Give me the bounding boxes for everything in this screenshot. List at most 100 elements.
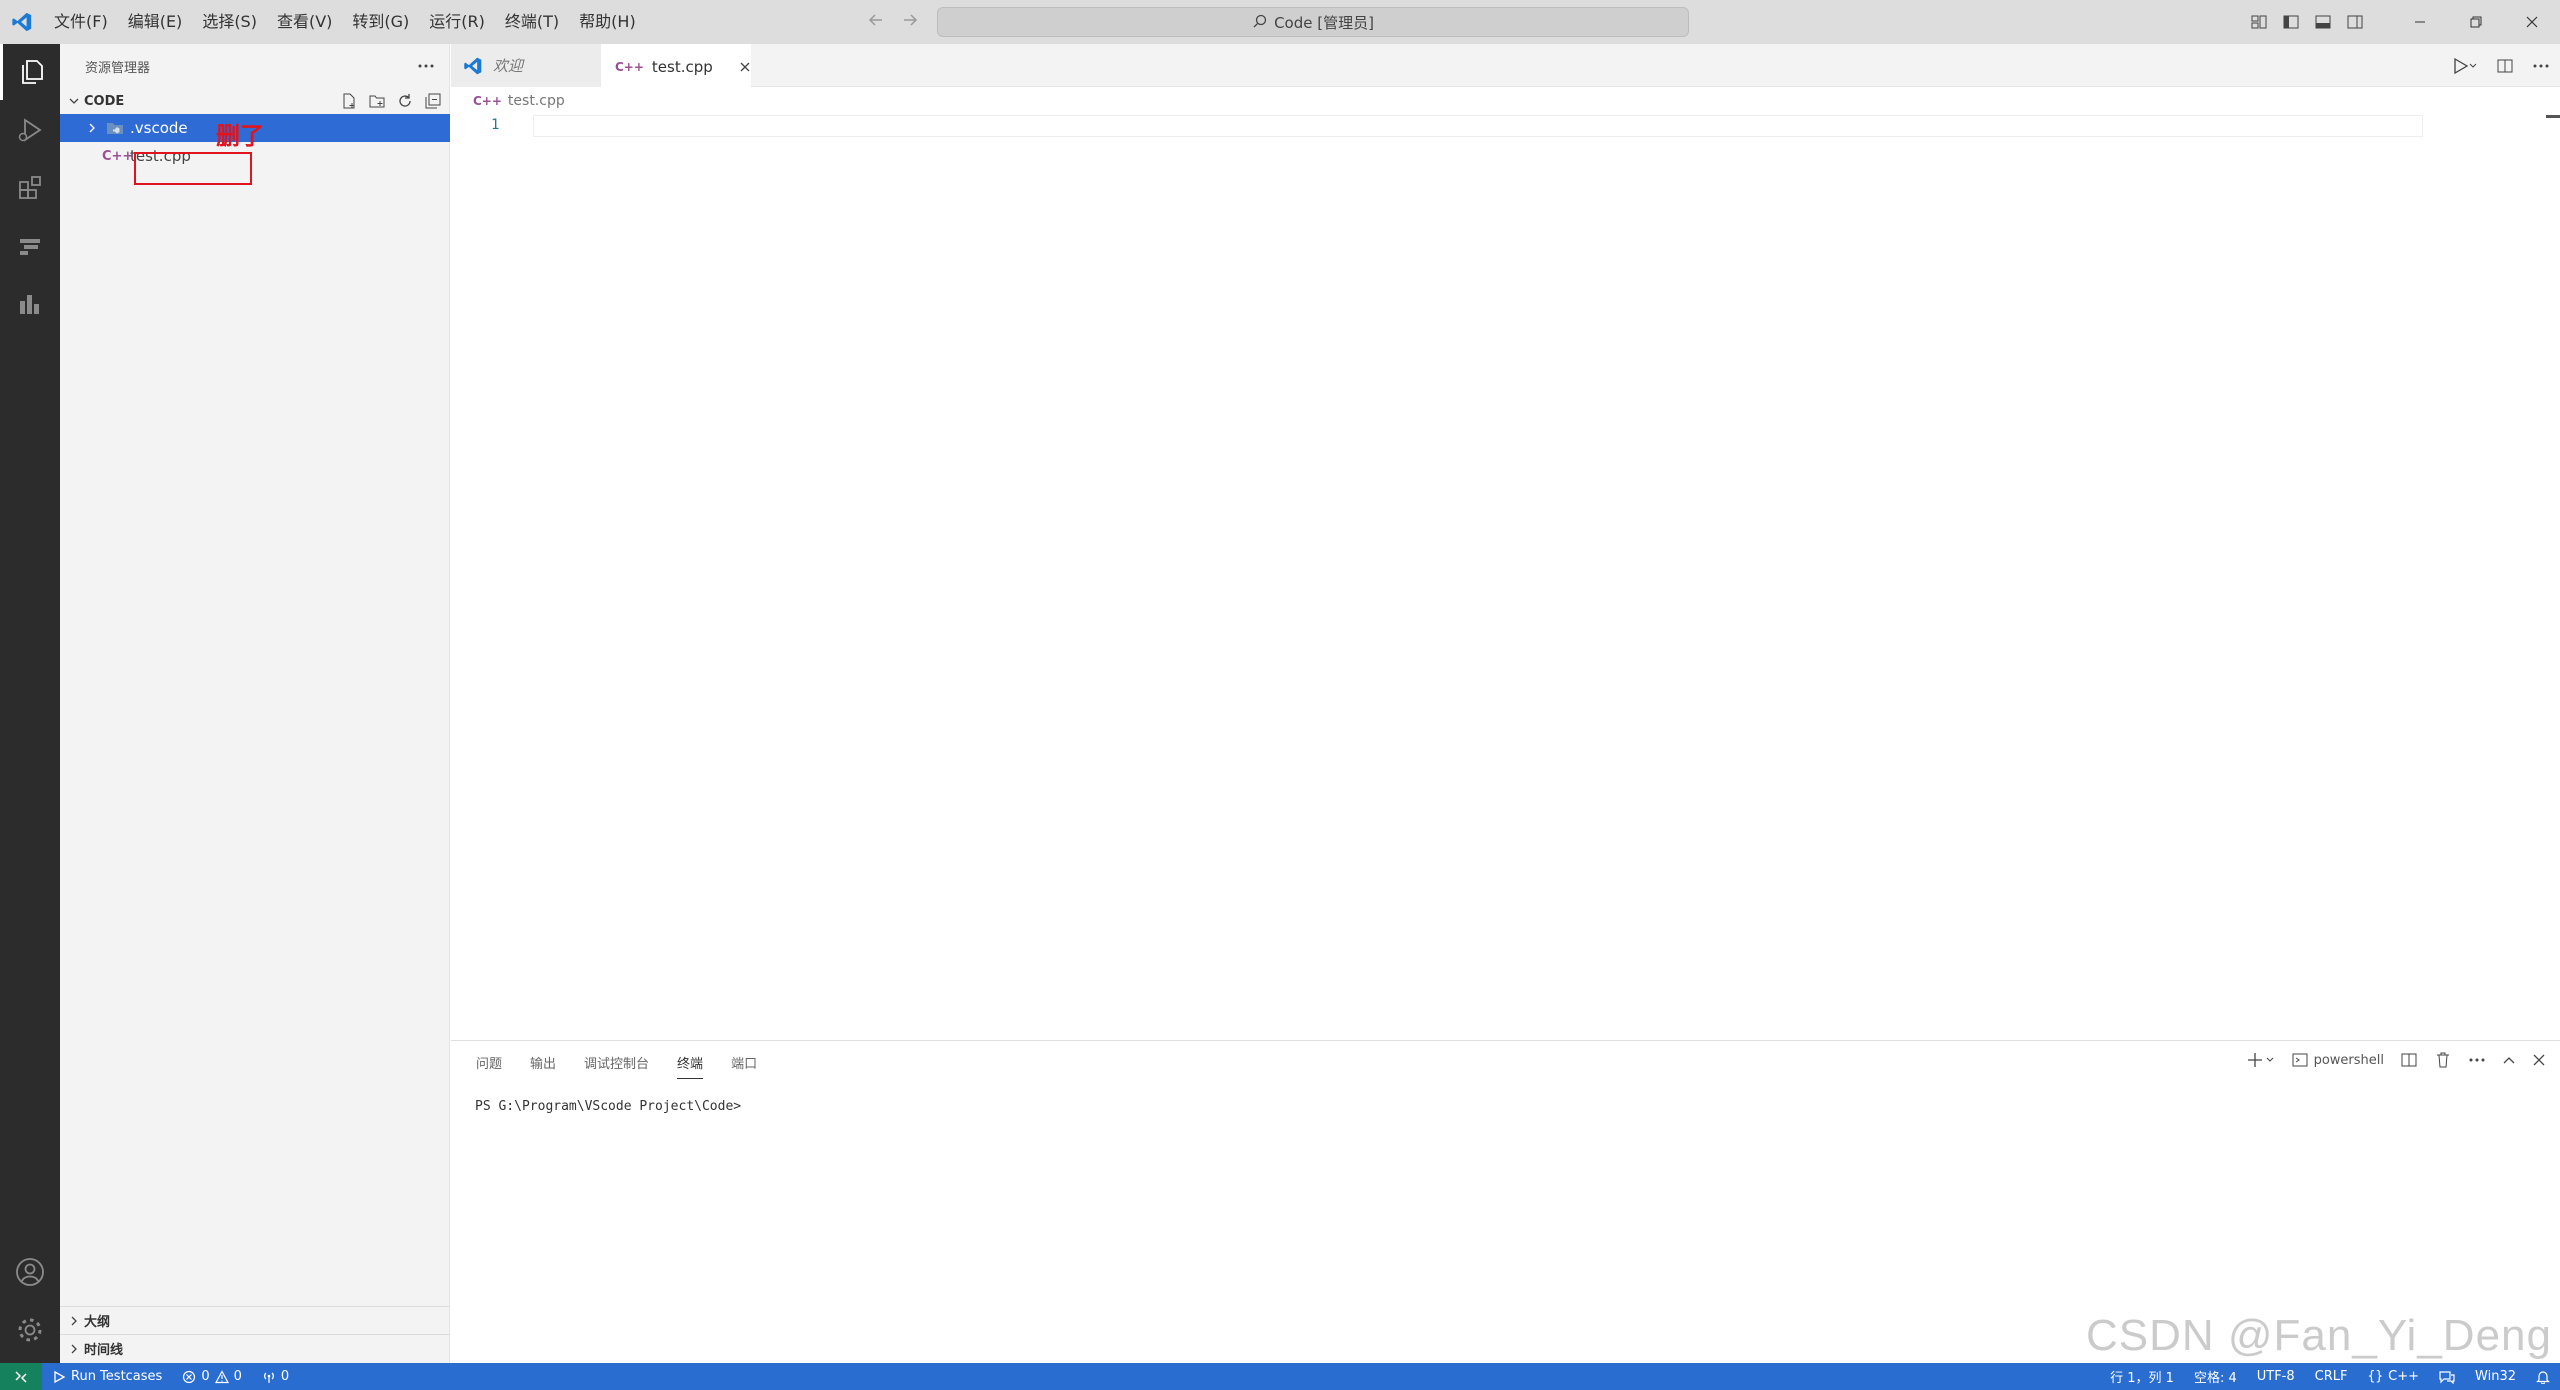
cpp-file-icon: C++ — [615, 59, 644, 74]
minimize-button[interactable] — [2392, 0, 2448, 44]
folder-section-header[interactable]: CODE — [60, 88, 450, 114]
vscode-logo-icon — [0, 0, 44, 44]
antenna-icon — [262, 1370, 276, 1384]
breadcrumb-file[interactable]: test.cpp — [508, 93, 565, 109]
ports-indicator[interactable]: 0 — [252, 1369, 299, 1384]
tab-welcome[interactable]: 欢迎 — [451, 44, 601, 87]
timeline-view-icon[interactable] — [0, 218, 60, 274]
toggle-panel-icon[interactable] — [2314, 13, 2332, 31]
menu-run[interactable]: 运行(R) — [419, 0, 495, 44]
back-arrow-icon[interactable] — [866, 10, 886, 30]
tab-ports[interactable]: 端口 — [731, 1053, 757, 1079]
menu-file[interactable]: 文件(F) — [44, 0, 118, 44]
explorer-header: 资源管理器 — [60, 44, 449, 88]
menu-terminal[interactable]: 终端(T) — [495, 0, 569, 44]
tab-test-cpp[interactable]: C++ test.cpp — [601, 44, 751, 87]
tab-terminal[interactable]: 终端 — [677, 1053, 704, 1079]
activity-bar — [0, 44, 60, 1363]
tab-debug-console[interactable]: 调试控制台 — [584, 1053, 649, 1079]
split-terminal-icon[interactable] — [2400, 1051, 2418, 1069]
trash-icon[interactable] — [2434, 1051, 2452, 1069]
language-label: C++ — [2388, 1369, 2420, 1384]
outline-section[interactable]: 大纲 — [60, 1306, 450, 1334]
tab-output[interactable]: 输出 — [530, 1053, 556, 1079]
shell-selector[interactable]: powershell — [2292, 1052, 2384, 1068]
outline-label: 大纲 — [84, 1315, 111, 1330]
more-actions-icon[interactable] — [417, 63, 435, 69]
problems-indicator[interactable]: 0 0 — [172, 1369, 252, 1384]
command-center[interactable]: Code [管理员] — [937, 7, 1689, 37]
explorer-icon[interactable] — [0, 44, 60, 100]
annotation-box — [134, 152, 252, 185]
warning-icon — [214, 1369, 229, 1384]
run-testcases-button[interactable]: Run Testcases — [42, 1369, 172, 1384]
end-of-line[interactable]: CRLF — [2305, 1369, 2358, 1384]
code-editor[interactable]: 1 — [451, 115, 2560, 1040]
editor-actions — [2452, 44, 2550, 87]
language-mode[interactable]: {} C++ — [2358, 1369, 2430, 1384]
search-icon — [1252, 14, 1268, 30]
scrollbar-marker[interactable] — [2546, 115, 2560, 118]
folder-name: CODE — [84, 93, 125, 109]
extensions-icon[interactable] — [0, 160, 60, 216]
timeline-section[interactable]: 时间线 — [60, 1334, 450, 1362]
warning-count: 0 — [233, 1369, 242, 1384]
close-window-button[interactable] — [2504, 0, 2560, 44]
feedback-icon[interactable] — [2429, 1370, 2465, 1384]
error-count: 0 — [201, 1369, 210, 1384]
tab-problems[interactable]: 问题 — [476, 1053, 502, 1079]
refresh-icon[interactable] — [396, 92, 414, 110]
maximize-panel-icon[interactable] — [2502, 1053, 2516, 1067]
platform[interactable]: Win32 — [2465, 1369, 2526, 1384]
more-actions-icon[interactable] — [2532, 63, 2550, 69]
new-folder-icon[interactable] — [368, 92, 386, 110]
timeline-label: 时间线 — [84, 1343, 124, 1358]
menu-edit[interactable]: 编辑(E) — [118, 0, 193, 44]
forward-arrow-icon[interactable] — [900, 10, 920, 30]
ports-count: 0 — [280, 1369, 290, 1384]
menu-selection[interactable]: 选择(S) — [192, 0, 267, 44]
remote-indicator[interactable] — [0, 1363, 42, 1390]
split-editor-icon[interactable] — [2496, 57, 2514, 75]
run-code-icon[interactable] — [2452, 57, 2478, 75]
explorer-sidebar: 资源管理器 CODE .vscode C++ test.cpp 删了 大纲 时间… — [60, 44, 450, 1363]
terminal-icon — [2292, 1052, 2308, 1068]
toggle-primary-sidebar-icon[interactable] — [2282, 13, 2300, 31]
tree-item-label: .vscode — [130, 119, 188, 137]
more-actions-icon[interactable] — [2468, 1057, 2486, 1063]
customize-layout-icon[interactable] — [2250, 13, 2268, 31]
chevron-down-icon — [64, 95, 84, 107]
current-line-highlight — [533, 115, 2423, 137]
chart-view-icon[interactable] — [0, 276, 60, 332]
breadcrumb[interactable]: C++ test.cpp — [451, 87, 565, 115]
menu-go[interactable]: 转到(G) — [342, 0, 419, 44]
settings-gear-icon[interactable] — [0, 1302, 60, 1358]
toggle-secondary-sidebar-icon[interactable] — [2346, 13, 2364, 31]
collapse-all-icon[interactable] — [424, 92, 442, 110]
notifications-bell-icon[interactable] — [2526, 1370, 2560, 1384]
menu-view[interactable]: 查看(V) — [267, 0, 342, 44]
indentation[interactable]: 空格: 4 — [2184, 1367, 2247, 1386]
run-debug-icon[interactable] — [0, 102, 60, 158]
terminal-prompt[interactable]: PS G:\Program\VScode Project\Code> — [475, 1099, 741, 1114]
new-file-icon[interactable] — [340, 92, 358, 110]
editor-tabs: 欢迎 C++ test.cpp — [451, 44, 2560, 87]
cpp-file-icon: C++ — [102, 148, 134, 164]
restore-button[interactable] — [2448, 0, 2504, 44]
new-terminal-icon[interactable] — [2246, 1051, 2276, 1069]
vscode-folder-icon — [106, 120, 124, 136]
close-panel-icon[interactable] — [2532, 1053, 2546, 1067]
cpp-file-icon: C++ — [473, 94, 502, 108]
remote-icon — [13, 1369, 29, 1385]
menu-help[interactable]: 帮助(H) — [569, 0, 646, 44]
title-bar: 文件(F) 编辑(E) 选择(S) 查看(V) 转到(G) 运行(R) 终端(T… — [0, 0, 2560, 44]
error-icon — [182, 1370, 196, 1384]
status-bar: Run Testcases 0 0 0 行 1，列 1 空格: 4 UTF-8 … — [0, 1363, 2560, 1390]
close-tab-icon[interactable] — [739, 61, 751, 73]
command-center-label: Code [管理员] — [1274, 13, 1374, 32]
annotation-text: 删了 — [216, 122, 264, 150]
encoding[interactable]: UTF-8 — [2247, 1369, 2305, 1384]
cursor-position[interactable]: 行 1，列 1 — [2100, 1367, 2184, 1386]
braces-icon: {} — [2367, 1369, 2384, 1384]
account-icon[interactable] — [0, 1244, 60, 1300]
